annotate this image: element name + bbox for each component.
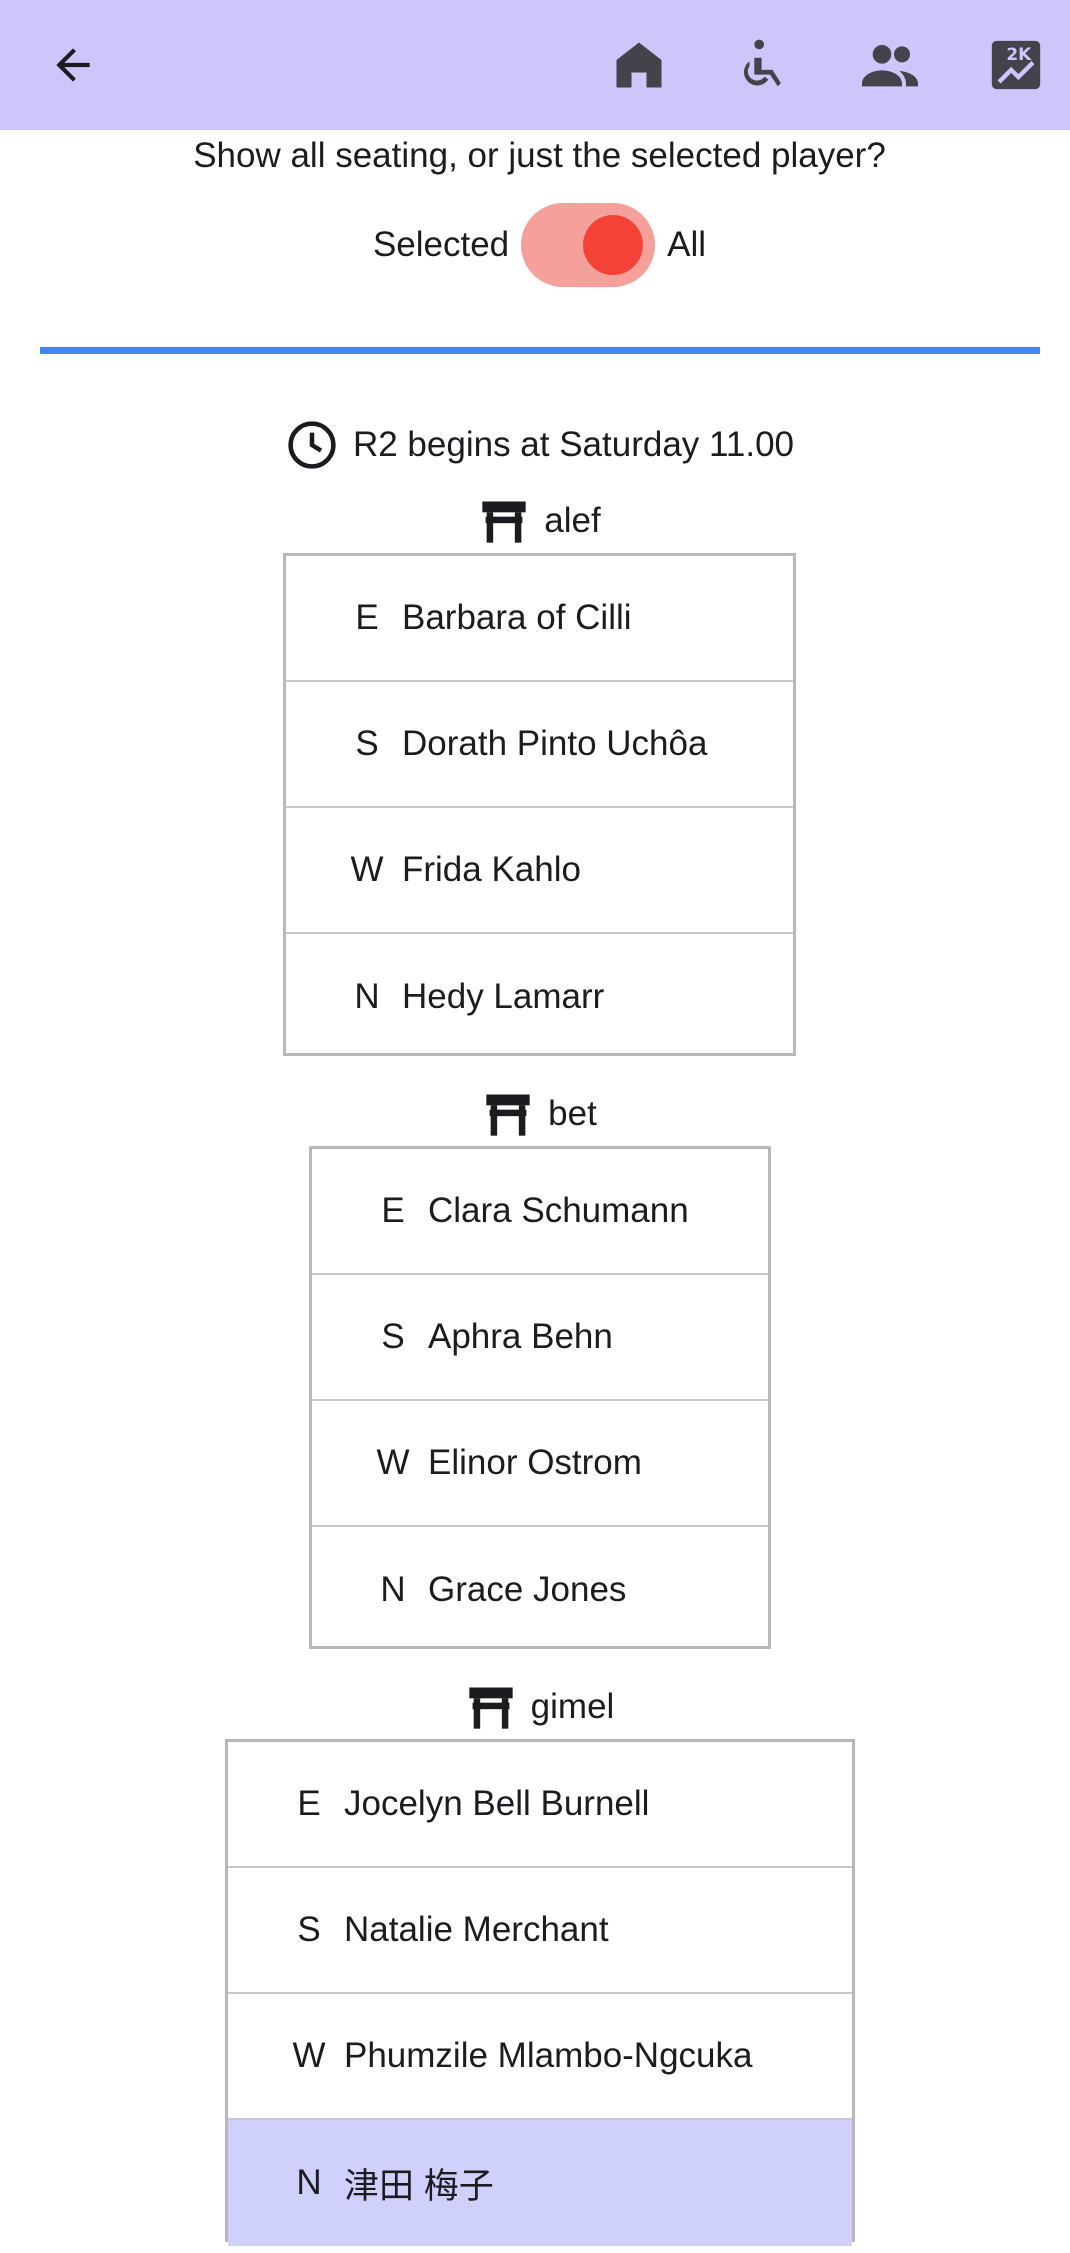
- table-icon: [482, 501, 526, 543]
- seat-direction: W: [292, 2036, 326, 2075]
- table-icon: [486, 1094, 530, 1136]
- 2k-chart-icon: 2K: [991, 40, 1041, 90]
- seat-row[interactable]: E Clara Schumann: [312, 1149, 768, 1275]
- seat-row[interactable]: W Phumzile Mlambo-Ngcuka: [228, 1994, 852, 2120]
- player-name: Frida Kahlo: [402, 850, 581, 889]
- seat-row[interactable]: W Frida Kahlo: [286, 808, 793, 934]
- player-name: Elinor Ostrom: [428, 1443, 642, 1482]
- seat-row[interactable]: S Natalie Merchant: [228, 1868, 852, 1994]
- group-icon: [862, 45, 918, 87]
- table-name: bet: [548, 1094, 597, 1133]
- show-all-switch[interactable]: [521, 203, 656, 287]
- stats-button[interactable]: 2K: [972, 21, 1060, 109]
- seat-direction: E: [381, 1191, 405, 1230]
- seat-direction: N: [380, 1570, 406, 1609]
- player-name: 津田 梅子: [344, 2166, 494, 2206]
- table-header-gimel: gimel: [0, 1679, 1070, 1735]
- seat-row[interactable]: W Elinor Ostrom: [312, 1401, 768, 1527]
- switch-thumb[interactable]: [583, 215, 644, 275]
- seat-row[interactable]: N Grace Jones: [312, 1527, 768, 1653]
- seating-filter-toggle-row: Selected All: [0, 200, 1070, 290]
- player-name: Barbara of Cilli: [402, 598, 632, 637]
- round-start-text: R2 begins at Saturday 11.00: [352, 425, 795, 464]
- clock-icon: [288, 421, 336, 469]
- seat-direction: S: [297, 1910, 321, 1949]
- player-name: Jocelyn Bell Burnell: [344, 1784, 650, 1823]
- all-label: All: [667, 225, 707, 264]
- tab-divider: [40, 347, 1040, 354]
- arrow-back-icon: [56, 48, 90, 82]
- seating-filter-question: Show all seating, or just the selected p…: [193, 136, 886, 175]
- home-button[interactable]: [595, 21, 683, 109]
- app-bar: 2K: [0, 0, 1070, 130]
- seat-row[interactable]: S Aphra Behn: [312, 1275, 768, 1401]
- player-name: Phumzile Mlambo-Ngcuka: [344, 2036, 753, 2075]
- stats-icon-label: 2K: [1006, 44, 1032, 64]
- table-name: alef: [544, 501, 601, 540]
- player-name: Grace Jones: [428, 1570, 627, 1609]
- accessible-icon: [743, 39, 781, 87]
- seat-row-selected[interactable]: N 津田 梅子: [228, 2120, 852, 2246]
- seat-direction: W: [350, 850, 384, 889]
- table-icon: [469, 1687, 513, 1729]
- seat-row[interactable]: E Jocelyn Bell Burnell: [228, 1742, 852, 1868]
- table-header-bet: bet: [0, 1086, 1070, 1142]
- seat-row[interactable]: N Hedy Lamarr: [286, 934, 793, 1060]
- table-gimel: E Jocelyn Bell Burnell S Natalie Merchan…: [225, 1739, 855, 2246]
- table-bet: E Clara Schumann S Aphra Behn W Elinor O…: [309, 1146, 771, 1649]
- round-info: R2 begins at Saturday 11.00: [0, 415, 1070, 475]
- player-name: Dorath Pinto Uchôa: [402, 724, 708, 763]
- players-button[interactable]: [846, 21, 934, 109]
- player-name: Hedy Lamarr: [402, 977, 605, 1016]
- selected-label: Selected: [372, 225, 510, 264]
- table-name: gimel: [530, 1687, 615, 1726]
- seat-direction: S: [355, 724, 379, 763]
- seat-direction: W: [376, 1443, 410, 1482]
- seat-direction: N: [354, 977, 380, 1016]
- table-header-alef: alef: [0, 493, 1070, 549]
- seat-direction: S: [381, 1317, 405, 1356]
- seat-direction: E: [297, 1784, 321, 1823]
- home-icon: [616, 42, 662, 88]
- seat-direction: N: [296, 2163, 322, 2202]
- back-button[interactable]: [29, 21, 117, 109]
- seat-row[interactable]: E Barbara of Cilli: [286, 556, 793, 682]
- table-alef: E Barbara of Cilli S Dorath Pinto Uchôa …: [283, 553, 796, 1056]
- player-name: Natalie Merchant: [344, 1910, 609, 1949]
- accessible-button[interactable]: [720, 21, 808, 109]
- seat-row[interactable]: S Dorath Pinto Uchôa: [286, 682, 793, 808]
- player-name: Aphra Behn: [428, 1317, 613, 1356]
- player-name: Clara Schumann: [428, 1191, 689, 1230]
- seat-direction: E: [355, 598, 379, 637]
